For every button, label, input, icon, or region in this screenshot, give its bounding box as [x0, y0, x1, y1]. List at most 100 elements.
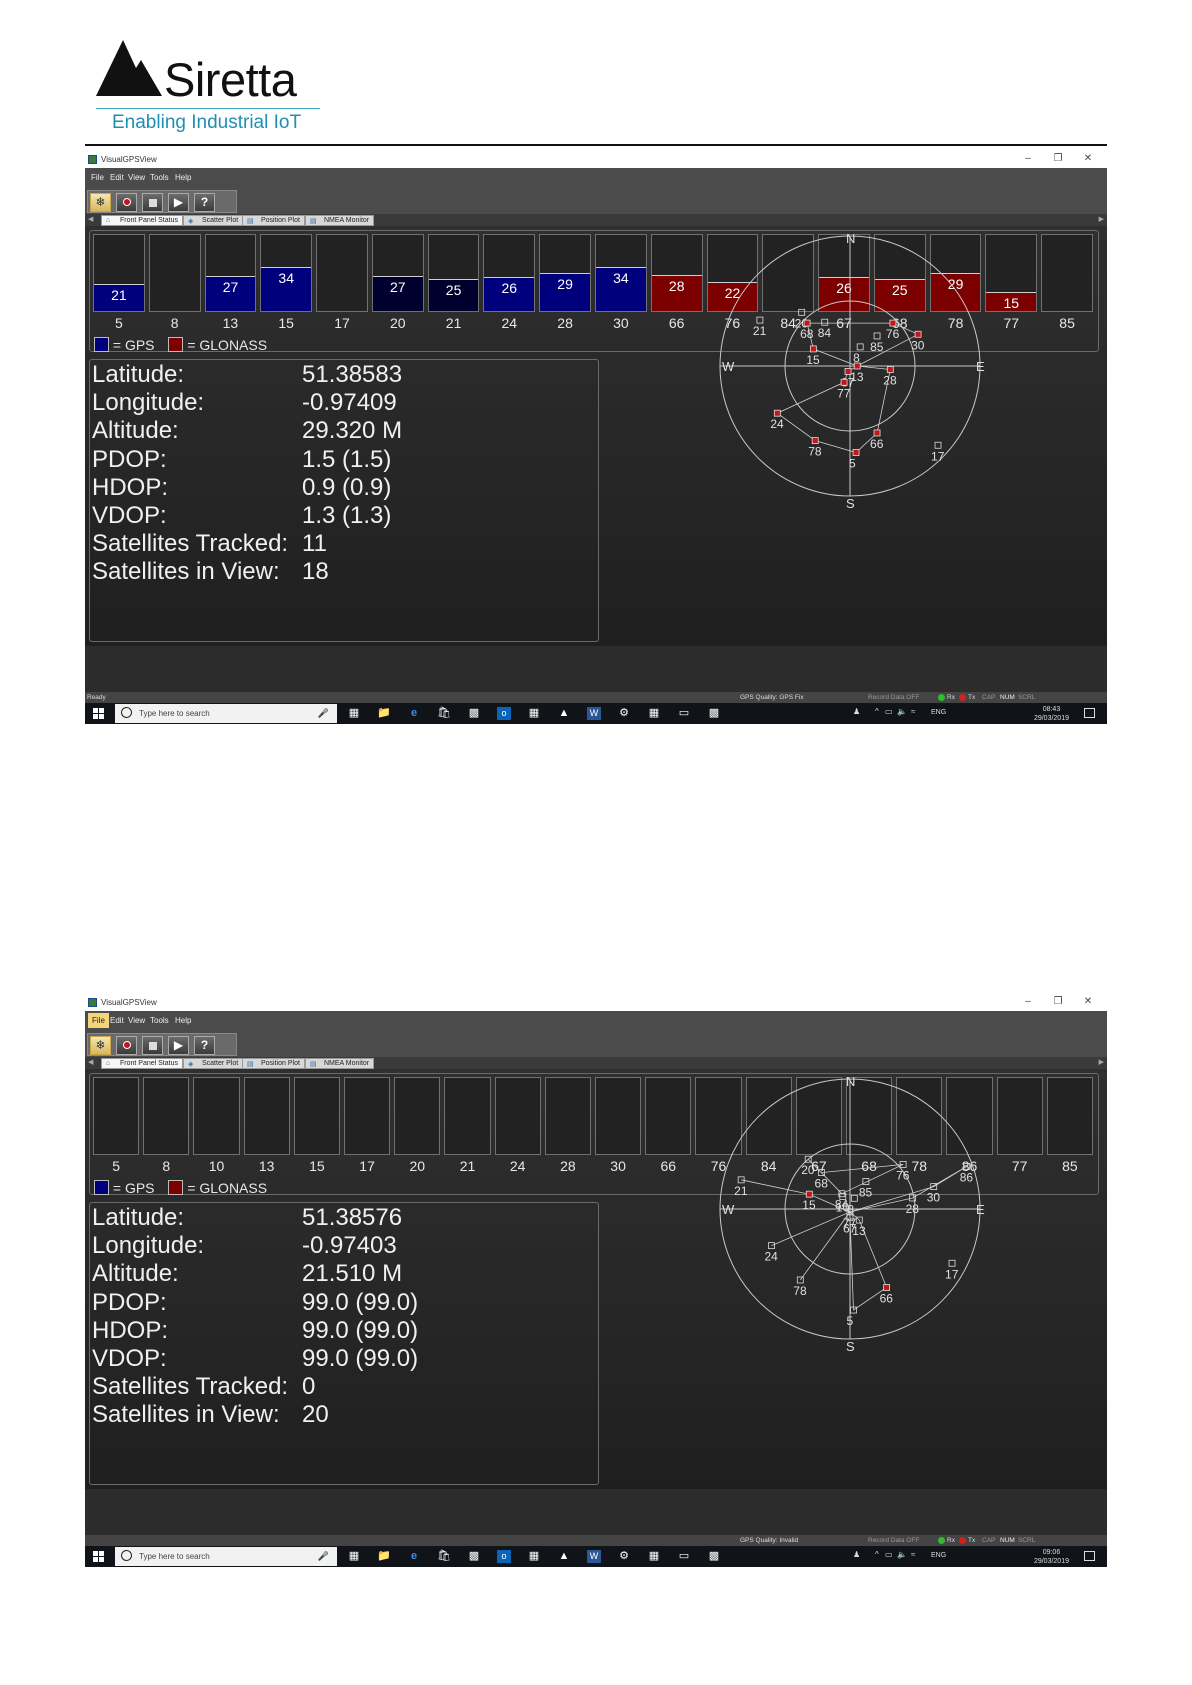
app-icon-b[interactable]: ▲ [557, 1550, 571, 1563]
tray-chevron-icon[interactable]: ^ [875, 1550, 879, 1559]
signal-bar: 21 [94, 283, 144, 311]
settings-icon[interactable]: ⚙ [617, 707, 631, 720]
tab-scroll-right-icon[interactable]: ▶ [1099, 1058, 1104, 1066]
menu-help[interactable]: Help [172, 173, 194, 182]
battery-icon[interactable]: ▭ [885, 707, 893, 716]
notes-icon[interactable]: ▩ [467, 707, 481, 720]
tray-language[interactable]: ENG [931, 709, 946, 716]
photos-icon[interactable]: ▦ [647, 707, 661, 720]
people-icon[interactable]: ♟ [853, 1550, 860, 1559]
people-icon[interactable]: ♟ [853, 707, 860, 716]
store-icon[interactable]: 🛍 [437, 1550, 451, 1563]
edge-icon[interactable]: e [407, 1550, 421, 1563]
taskbar-clock[interactable]: 08:43 29/03/2019 [1034, 705, 1069, 723]
tray-chevron-icon[interactable]: ^ [875, 707, 879, 716]
photos-icon[interactable]: ▦ [647, 1550, 661, 1563]
minimize-icon[interactable]: – [1021, 153, 1035, 164]
tab-nmea-monitor[interactable]: ▤ NMEA Monitor [305, 215, 375, 226]
word-icon[interactable]: W [587, 707, 601, 720]
microphone-icon[interactable]: 🎤 [318, 1551, 329, 1562]
satellite-marker: 66 [880, 1284, 893, 1306]
notifications-icon[interactable] [1084, 708, 1095, 718]
play-icon[interactable]: ▶ [168, 193, 189, 212]
volume-icon[interactable]: 🔈 [897, 707, 907, 716]
menu-file[interactable]: File [88, 1013, 109, 1028]
notifications-icon[interactable] [1084, 1551, 1095, 1561]
tab-position-plot[interactable]: ▤ Position Plot [242, 215, 305, 226]
menu-file[interactable]: File [88, 173, 107, 182]
menu-view[interactable]: View [125, 1016, 148, 1025]
microphone-icon[interactable]: 🎤 [318, 708, 329, 719]
menu-tools[interactable]: Tools [147, 1016, 172, 1025]
taskbar-clock[interactable]: 09:06 29/03/2019 [1034, 1548, 1069, 1566]
restore-icon[interactable]: ❐ [1051, 996, 1065, 1007]
satellite-prn-label: 20 [409, 1158, 426, 1174]
tab-scroll-right-icon[interactable]: ▶ [1099, 215, 1104, 223]
tab-front-panel-status[interactable]: ⌂ Front Panel Status [101, 1058, 183, 1069]
toolbar-group: ❄ ▶ ? [87, 190, 237, 213]
satellite-icon [821, 318, 829, 326]
window-app-icon[interactable]: ▭ [677, 707, 691, 720]
task-view-icon[interactable]: ▦ [347, 707, 361, 720]
gps-legend-label: = GPS [112, 337, 155, 353]
visualgps-task-icon[interactable]: ▩ [707, 707, 721, 720]
wifi-icon[interactable]: ≈ [911, 1550, 915, 1559]
visualgps-task-icon[interactable]: ▩ [707, 1550, 721, 1563]
word-icon[interactable]: W [587, 1550, 601, 1563]
outlook-icon[interactable]: o [497, 1550, 511, 1563]
app-icon-a[interactable]: ▦ [527, 1550, 541, 1563]
window-app-icon[interactable]: ▭ [677, 1550, 691, 1563]
signal-bar-slot: 27 [204, 234, 257, 312]
notes-icon[interactable]: ▩ [467, 1550, 481, 1563]
close-icon[interactable]: ✕ [1081, 996, 1095, 1007]
record-icon[interactable] [116, 1036, 137, 1055]
satellite-icon [934, 441, 942, 449]
gps-settings-icon[interactable]: ❄ [90, 193, 111, 212]
app-icon-b[interactable]: ▲ [557, 707, 571, 720]
menu-edit[interactable]: Edit [107, 1016, 127, 1025]
settings-icon[interactable]: ⚙ [617, 1550, 631, 1563]
satellite-sky-label: 15 [802, 1198, 816, 1212]
taskbar-search[interactable]: Type here to search 🎤 [115, 1547, 337, 1566]
tab-scatter-plot[interactable]: ◈ Scatter Plot [183, 1058, 244, 1069]
info-value: 1.3 (1.3) [302, 502, 392, 529]
satellite-prn-label: 85 [1062, 1158, 1078, 1174]
wifi-icon[interactable]: ≈ [911, 707, 915, 716]
store-icon[interactable]: 🛍 [437, 707, 451, 720]
stop-icon[interactable] [142, 1036, 163, 1055]
tab-label: Front Panel Status [120, 217, 178, 224]
close-icon[interactable]: ✕ [1081, 153, 1095, 164]
tab-nmea-monitor[interactable]: ▤ NMEA Monitor [305, 1058, 375, 1069]
menu-help[interactable]: Help [172, 1016, 194, 1025]
stop-icon[interactable] [142, 193, 163, 212]
edge-icon[interactable]: e [407, 707, 421, 720]
task-view-icon[interactable]: ▦ [347, 1550, 361, 1563]
windows-start-icon[interactable] [93, 708, 104, 719]
tab-front-panel-status[interactable]: ⌂ Front Panel Status [101, 215, 183, 226]
menu-view[interactable]: View [125, 173, 148, 182]
tab-scatter-plot[interactable]: ◈ Scatter Plot [183, 215, 244, 226]
windows-start-icon[interactable] [93, 1551, 104, 1562]
volume-icon[interactable]: 🔈 [897, 1550, 907, 1559]
signal-bar-slot [243, 1077, 290, 1155]
battery-icon[interactable]: ▭ [885, 1550, 893, 1559]
tab-scroll-left-icon[interactable]: ◀ [88, 215, 93, 223]
play-icon[interactable]: ▶ [168, 1036, 189, 1055]
help-icon[interactable]: ? [194, 1036, 215, 1055]
tab-scroll-left-icon[interactable]: ◀ [88, 1058, 93, 1066]
record-icon[interactable] [116, 193, 137, 212]
app-icon-a[interactable]: ▦ [527, 707, 541, 720]
tray-language[interactable]: ENG [931, 1552, 946, 1559]
menu-edit[interactable]: Edit [107, 173, 127, 182]
file-explorer-icon[interactable]: 📁 [377, 1550, 391, 1563]
minimize-icon[interactable]: – [1021, 996, 1035, 1007]
gps-settings-icon[interactable]: ❄ [90, 1036, 111, 1055]
help-icon[interactable]: ? [194, 193, 215, 212]
file-explorer-icon[interactable]: 📁 [377, 707, 391, 720]
menu-tools[interactable]: Tools [147, 173, 172, 182]
restore-icon[interactable]: ❐ [1051, 153, 1065, 164]
tab-position-plot[interactable]: ▤ Position Plot [242, 1058, 305, 1069]
clock-date: 29/03/2019 [1033, 1558, 1069, 1565]
outlook-icon[interactable]: o [497, 707, 511, 720]
taskbar-search[interactable]: Type here to search 🎤 [115, 704, 337, 723]
